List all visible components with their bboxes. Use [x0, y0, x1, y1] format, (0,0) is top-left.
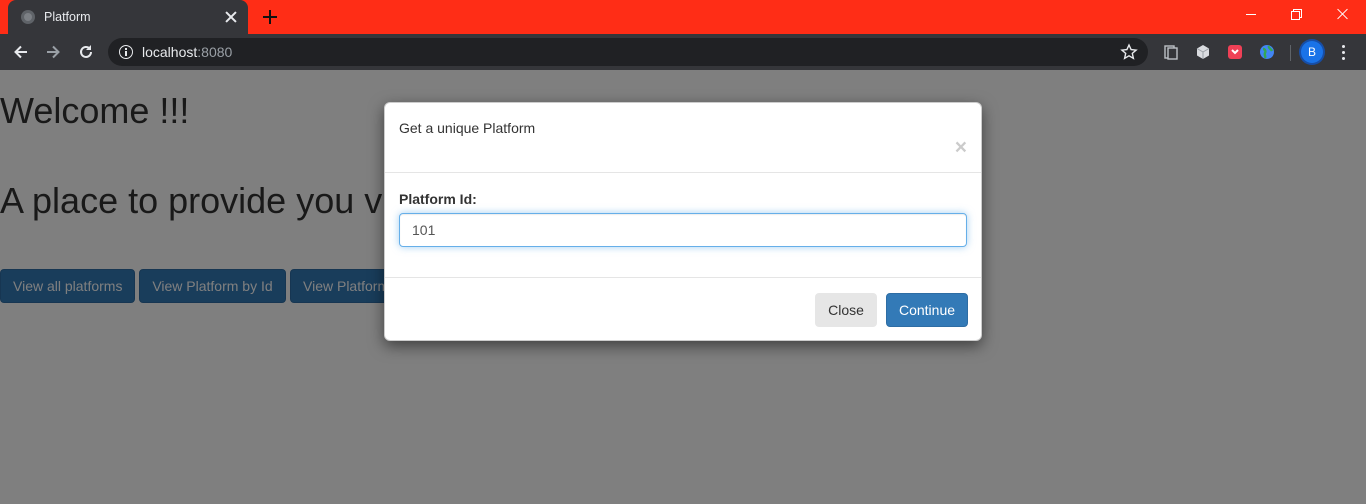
- minimize-icon[interactable]: [1228, 0, 1274, 30]
- url-text: localhost:8080: [142, 44, 232, 60]
- browser-toolbar: localhost:8080 B: [0, 34, 1366, 70]
- toolbar-separator: [1290, 45, 1291, 61]
- tab-title: Platform: [44, 10, 91, 24]
- modal-close-icon[interactable]: ×: [955, 137, 967, 158]
- address-bar[interactable]: localhost:8080: [108, 38, 1148, 66]
- back-icon[interactable]: [8, 39, 34, 65]
- platform-modal: Get a unique Platform × Platform Id: Clo…: [384, 102, 982, 341]
- browser-tab[interactable]: Platform: [8, 0, 248, 34]
- extension-documents-icon[interactable]: [1162, 43, 1180, 61]
- browser-menu-icon[interactable]: [1336, 43, 1352, 61]
- reload-icon[interactable]: [73, 39, 99, 65]
- info-icon[interactable]: [119, 45, 133, 59]
- platform-id-input[interactable]: [399, 213, 967, 247]
- forward-icon[interactable]: [40, 39, 66, 65]
- extension-shield-icon[interactable]: [1226, 43, 1244, 61]
- url-port: :8080: [197, 44, 233, 60]
- profile-avatar[interactable]: B: [1301, 41, 1323, 63]
- star-icon[interactable]: [1120, 43, 1138, 61]
- url-host: localhost: [142, 44, 198, 60]
- extension-globe-icon[interactable]: [1258, 43, 1276, 61]
- new-tab-icon[interactable]: [261, 8, 279, 26]
- restore-icon[interactable]: [1274, 0, 1320, 30]
- extension-cube-icon[interactable]: [1194, 43, 1212, 61]
- window-close-icon[interactable]: [1320, 0, 1366, 30]
- modal-header: Get a unique Platform ×: [385, 103, 981, 173]
- platform-id-label: Platform Id:: [399, 191, 477, 207]
- modal-title: Get a unique Platform: [399, 120, 536, 136]
- close-button[interactable]: Close: [815, 293, 877, 327]
- modal-footer: Close Continue: [385, 277, 981, 341]
- close-tab-icon[interactable]: [224, 10, 238, 24]
- tab-strip: Platform: [0, 0, 1366, 34]
- continue-button[interactable]: Continue: [886, 293, 968, 327]
- globe-icon: [21, 10, 35, 24]
